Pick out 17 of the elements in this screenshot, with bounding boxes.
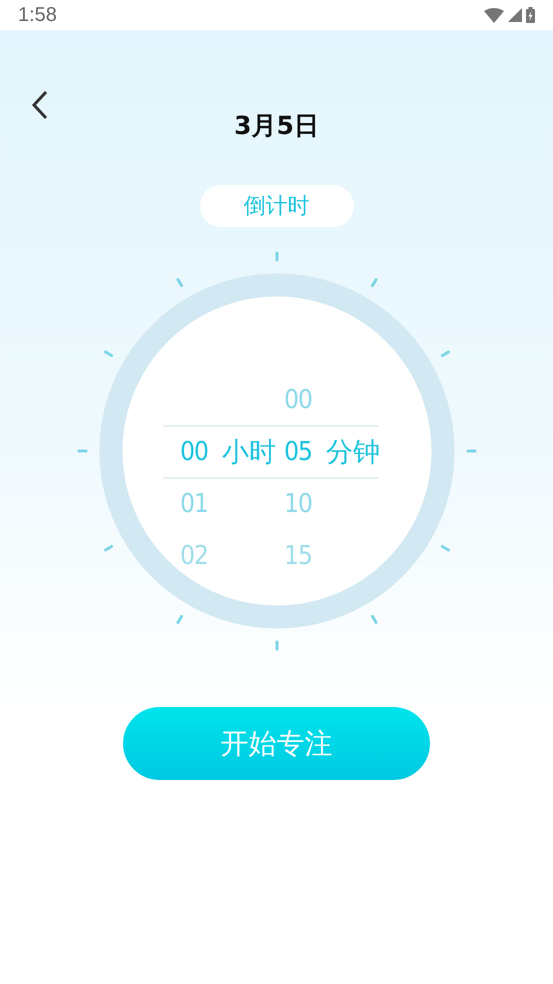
signal-icon	[508, 8, 522, 22]
status-time: 1:58	[18, 4, 57, 26]
picker-value[interactable]: 00	[172, 437, 216, 467]
picker-value[interactable]: 10	[276, 489, 320, 519]
page-title: 3月5日	[234, 110, 319, 142]
picker-value[interactable]: 05	[276, 437, 320, 467]
unit-label: 分钟	[326, 436, 380, 470]
picker-value[interactable]: 01	[172, 489, 216, 519]
picker-value[interactable]: 02	[172, 541, 216, 571]
mode-tab[interactable]: 倒计时	[200, 185, 354, 227]
battery-icon	[526, 7, 535, 23]
unit-label: 小时	[222, 436, 276, 470]
wifi-icon	[484, 8, 504, 22]
start-button[interactable]: 开始专注	[123, 707, 430, 780]
picker-value[interactable]: 00	[276, 385, 320, 415]
picker-value[interactable]: 15	[276, 541, 320, 571]
back-icon[interactable]	[31, 90, 49, 120]
